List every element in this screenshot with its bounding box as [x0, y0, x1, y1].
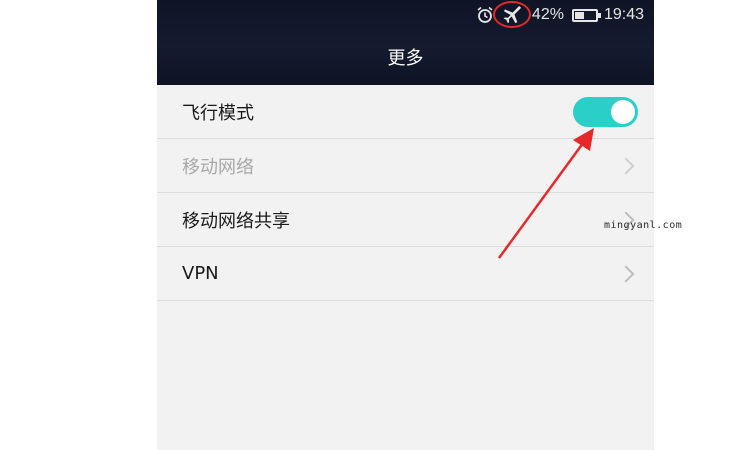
annotation-circle [492, 1, 531, 28]
chevron-right-icon [617, 265, 635, 282]
settings-item-label: 飞行模式 [182, 102, 254, 124]
status-bar: 42% 19:43 [476, 1, 644, 28]
settings-item-label: VPN [182, 263, 219, 284]
settings-list: 飞行模式 移动网络 移动网络共享 VPN [157, 85, 654, 301]
watermark: mingyanl.com [604, 220, 683, 231]
settings-item-label: 移动网络共享 [182, 210, 290, 232]
settings-item-airplane-mode[interactable]: 飞行模式 [157, 85, 654, 139]
settings-item-vpn[interactable]: VPN [157, 247, 654, 301]
battery-icon [571, 8, 601, 22]
battery-percent: 42% [531, 6, 564, 23]
top-bar: 42% 19:43 更多 [157, 0, 654, 85]
airplane-mode-indicator [492, 1, 531, 28]
battery-fill [574, 11, 585, 19]
alarm-icon [476, 6, 494, 24]
settings-item-label: 移动网络 [182, 156, 254, 178]
clock: 19:43 [603, 6, 644, 23]
settings-item-mobile-network[interactable]: 移动网络 [157, 139, 654, 193]
page-title: 更多 [387, 48, 424, 69]
chevron-right-icon [617, 157, 635, 174]
airplane-mode-toggle[interactable] [573, 96, 638, 127]
toggle-knob [611, 99, 635, 124]
settings-item-tethering[interactable]: 移动网络共享 [157, 193, 654, 247]
phone-screen: 42% 19:43 更多 飞行模式 移动网络 移动网络共享 VPN [157, 0, 654, 450]
